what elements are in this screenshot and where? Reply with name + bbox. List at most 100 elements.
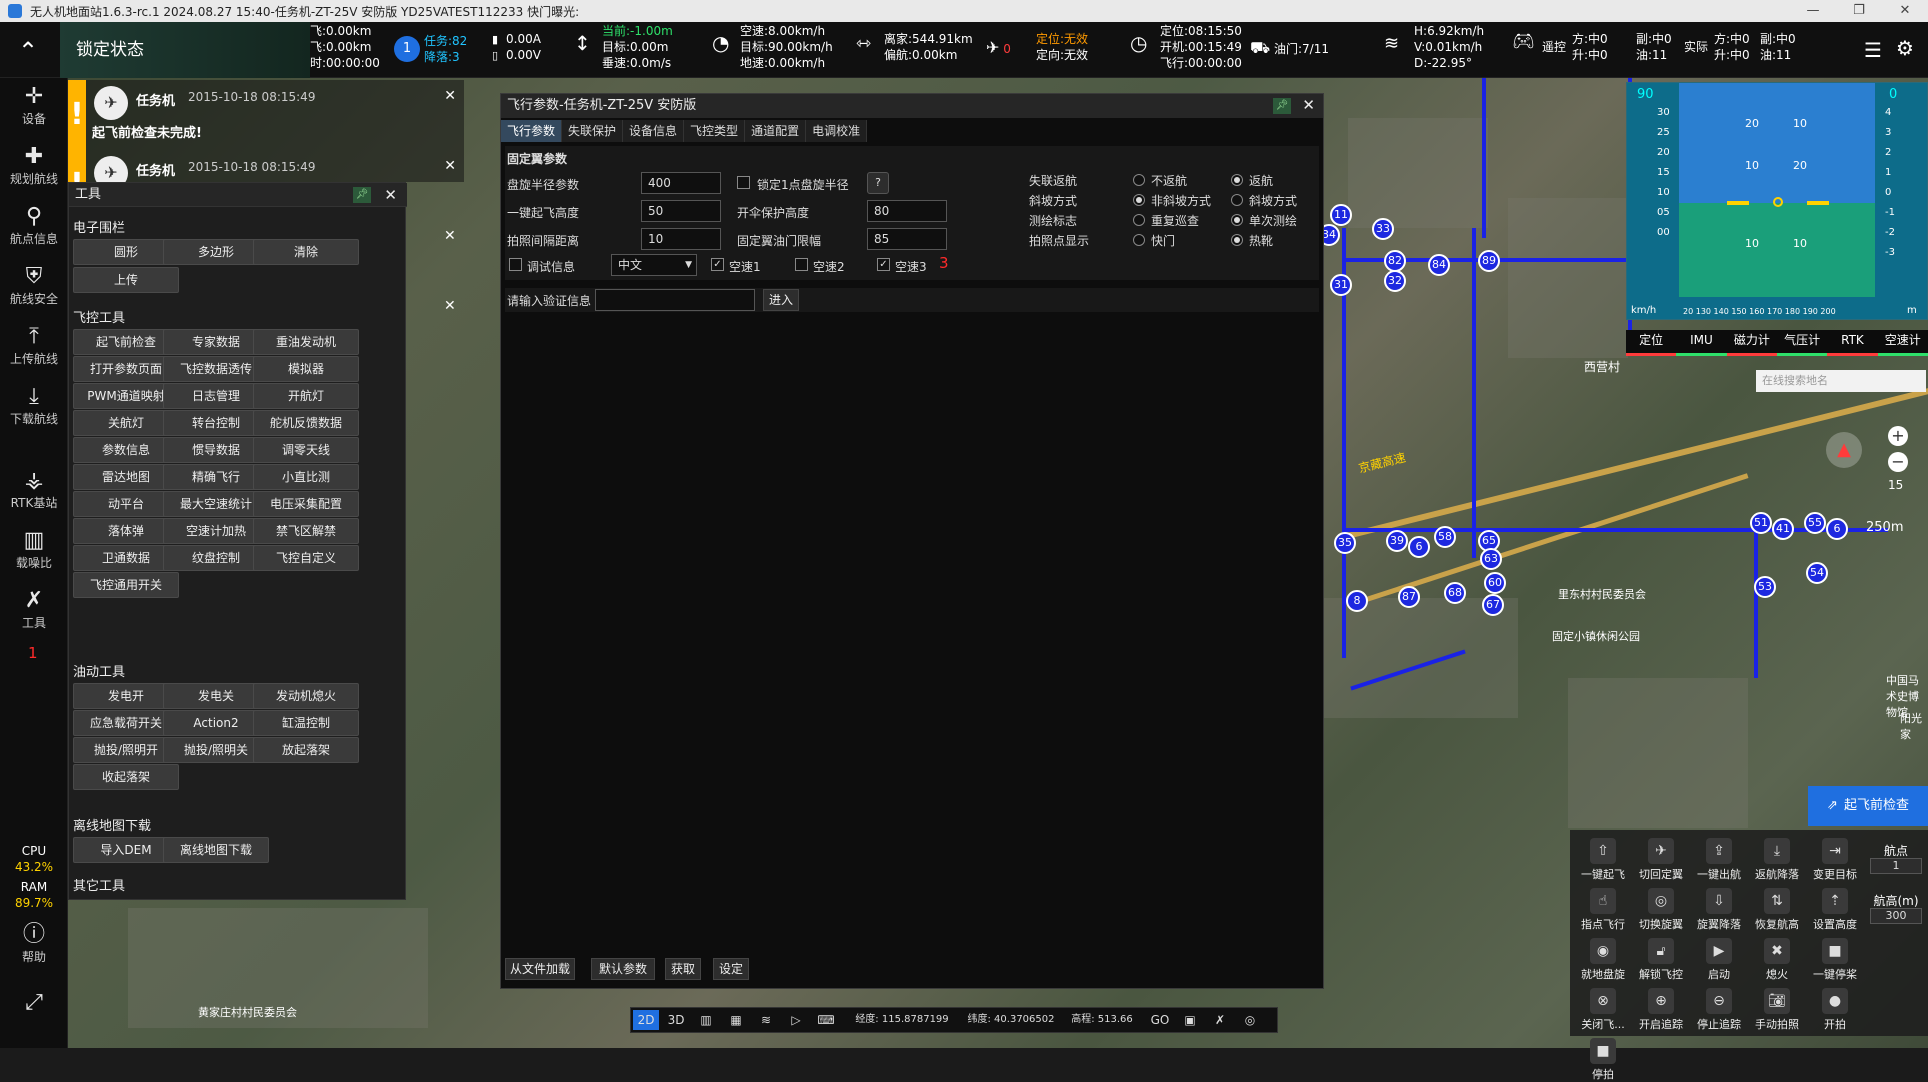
tab-flight-params[interactable]: 飞行参数 <box>501 120 563 142</box>
map-search-input[interactable]: 在线搜索地名 <box>1756 370 1926 392</box>
speed3-checkbox[interactable]: ✓ <box>877 258 890 271</box>
hover-radius-input[interactable]: 400 <box>641 172 721 194</box>
gear-icon[interactable]: ⚙ <box>1896 36 1914 60</box>
tool-button[interactable]: 离线地图下载 <box>163 837 269 863</box>
waypoint-marker[interactable]: 33 <box>1372 218 1394 240</box>
action-button[interactable]: ● 开拍 <box>1806 988 1864 1032</box>
restore-button[interactable]: ❐ <box>1836 0 1882 22</box>
waypoint-marker[interactable]: 11 <box>1330 204 1352 226</box>
waypoint-marker[interactable]: 53 <box>1754 576 1776 598</box>
throttle-limit-input[interactable]: 85 <box>867 228 947 250</box>
action-button[interactable]: ⇧ 一键起飞 <box>1574 838 1632 882</box>
radio-no-return[interactable] <box>1133 174 1145 186</box>
action-button[interactable]: ⇪ 一键出航 <box>1690 838 1748 882</box>
action-button[interactable]: ☝ 指点飞行 <box>1574 888 1632 932</box>
radio-no-slope[interactable] <box>1133 194 1145 206</box>
tool-button[interactable]: 小直比测 <box>253 464 359 490</box>
target-icon[interactable]: ◎ <box>1237 1010 1263 1030</box>
sidebar-item-plan-route[interactable]: ✚ 规划航线 <box>0 144 68 187</box>
action-button[interactable]: ⇅ 恢复航高 <box>1748 888 1806 932</box>
tool-button[interactable]: 禁飞区解禁 <box>253 518 359 544</box>
waypoint-marker[interactable]: 6 <box>1826 518 1848 540</box>
waypoint-marker[interactable]: 6 <box>1408 536 1430 558</box>
default-params-button[interactable]: 默认参数 <box>591 958 655 980</box>
tool-button[interactable]: 飞控自定义 <box>253 545 359 571</box>
tool-button[interactable]: 缸温控制 <box>253 710 359 736</box>
altitude-input[interactable]: 300 <box>1870 908 1922 924</box>
tool-button[interactable]: 电压采集配置 <box>253 491 359 517</box>
tool-button[interactable]: 放起落架 <box>253 737 359 763</box>
split-view-icon[interactable]: ▥ <box>693 1010 719 1030</box>
minimize-button[interactable]: — <box>1790 0 1836 22</box>
calendar-icon[interactable]: ▦ <box>723 1010 749 1030</box>
language-select[interactable]: 中文 ▼ <box>611 254 697 276</box>
action-button[interactable]: ■ 一键停桨 <box>1806 938 1864 982</box>
sidebar-item-route-safety[interactable]: ⛨ 航线安全 <box>0 264 68 307</box>
action-button[interactable]: ⤓ 返航降落 <box>1748 838 1806 882</box>
fullscreen-button[interactable]: ⤢ <box>0 990 68 1016</box>
sidebar-item-waypoint-info[interactable]: ⚲ 航点信息 <box>0 204 68 247</box>
action-button[interactable]: ■ 停拍 <box>1574 1038 1632 1082</box>
tool-button[interactable]: 上传 <box>73 267 179 293</box>
tool-button[interactable]: 调零天线 <box>253 437 359 463</box>
go-button[interactable]: GO <box>1147 1010 1173 1030</box>
speed2-checkbox[interactable] <box>795 258 808 271</box>
action-button[interactable]: ⊕ 开启追踪 <box>1632 988 1690 1032</box>
waypoint-marker[interactable]: 51 <box>1750 512 1772 534</box>
sliders-icon[interactable]: ☰ <box>1864 38 1882 62</box>
sidebar-item-rtk[interactable]: ⚶ RTK基站 <box>0 468 68 511</box>
action-button[interactable]: ▶ 启动 <box>1690 938 1748 982</box>
photo-interval-input[interactable]: 10 <box>641 228 721 250</box>
tab-fc-type[interactable]: 飞控类型 <box>684 120 746 142</box>
notification-close-icon[interactable]: ✕ <box>444 158 456 174</box>
radio-return[interactable] <box>1231 174 1243 186</box>
preflight-check-button[interactable]: ⇗ 起飞前检查 <box>1808 786 1928 826</box>
waypoint-marker[interactable]: 63 <box>1480 548 1502 570</box>
layers-icon[interactable]: ≋ <box>753 1010 779 1030</box>
sidebar-item-snr[interactable]: ▥ 载噪比 <box>0 528 68 571</box>
action-button[interactable]: ⇩ 旋翼降落 <box>1690 888 1748 932</box>
view-3d-button[interactable]: 3D <box>663 1010 689 1030</box>
briefcase-icon[interactable]: ▣ <box>1177 1010 1203 1030</box>
lock-status[interactable]: 锁定状态 <box>60 22 310 78</box>
sidebar-item-download-route[interactable]: ⤓ 下载航线 <box>0 384 68 427</box>
radio-single[interactable] <box>1231 214 1243 226</box>
tools-icon[interactable]: ✗ <box>1207 1010 1233 1030</box>
tool-button[interactable]: 开航灯 <box>253 383 359 409</box>
tab-device-info[interactable]: 设备信息 <box>623 120 685 142</box>
radio-repeat[interactable] <box>1133 214 1145 226</box>
compass-icon[interactable]: ▲ <box>1826 432 1862 468</box>
parachute-alt-input[interactable]: 80 <box>867 200 947 222</box>
waypoint-marker[interactable]: 32 <box>1384 270 1406 292</box>
close-icon[interactable]: ✕ <box>384 186 397 204</box>
tool-button[interactable]: 模拟器 <box>253 356 359 382</box>
takeoff-alt-input[interactable]: 50 <box>641 200 721 222</box>
pin-icon[interactable]: 📌︎ <box>1273 98 1291 114</box>
close-icon[interactable]: ✕ <box>444 228 456 244</box>
load-from-file-button[interactable]: 从文件加载 <box>505 958 575 980</box>
tool-button[interactable]: 重油发动机 <box>253 329 359 355</box>
tab-lost-link[interactable]: 失联保护 <box>562 120 624 142</box>
pin-icon[interactable]: 📌︎ <box>353 187 371 203</box>
waypoint-marker[interactable]: 68 <box>1444 582 1466 604</box>
waypoint-marker[interactable]: 35 <box>1334 532 1356 554</box>
enter-button[interactable]: 进入 <box>763 289 799 311</box>
help-button[interactable]: ⓘ 帮助 <box>0 922 68 965</box>
tool-button[interactable]: 清除 <box>253 239 359 265</box>
tool-button[interactable]: 收起落架 <box>73 764 179 790</box>
action-button[interactable]: ⊗ 关闭飞... <box>1574 988 1632 1032</box>
waypoint-marker[interactable]: 41 <box>1772 518 1794 540</box>
tool-button[interactable]: 舵机反馈数据 <box>253 410 359 436</box>
notification-close-icon[interactable]: ✕ <box>444 88 456 104</box>
close-icon[interactable]: ✕ <box>1302 96 1315 114</box>
tab-channel-config[interactable]: 通道配置 <box>745 120 807 142</box>
action-button[interactable]: ◎ 切换旋翼 <box>1632 888 1690 932</box>
sidebar-item-upload-route[interactable]: ⤒ 上传航线 <box>0 324 68 367</box>
help-icon[interactable]: ? <box>867 172 889 194</box>
action-button[interactable]: 🔓︎ 解锁飞控 <box>1632 938 1690 982</box>
speed1-checkbox[interactable]: ✓ <box>711 258 724 271</box>
waypoint-marker[interactable]: 31 <box>1330 274 1352 296</box>
debug-checkbox[interactable] <box>509 258 522 271</box>
tool-button[interactable]: 发动机熄火 <box>253 683 359 709</box>
waypoint-marker[interactable]: 54 <box>1806 562 1828 584</box>
